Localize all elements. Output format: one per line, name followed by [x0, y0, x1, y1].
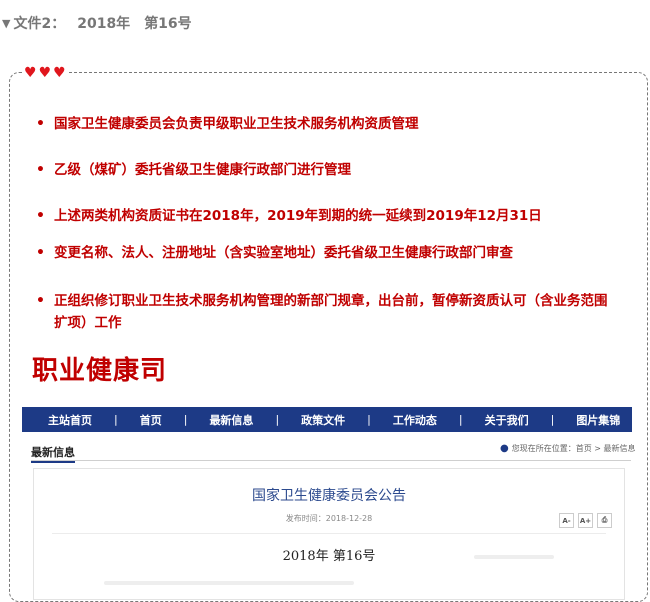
bullet-dot-icon: •	[36, 208, 45, 224]
blurred-text	[474, 555, 554, 559]
bullet-text: 国家卫生健康委员会负责甲级职业卫生技术服务机构资质管理	[54, 116, 419, 132]
bullet-item: • 上述两类机构资质证书在2018年，2019年到期的统一延续到2019年12月…	[36, 205, 614, 227]
heart-icon: ♥	[38, 65, 52, 81]
bullet-dot-icon: •	[36, 116, 45, 132]
nav-item-site-home[interactable]: 主站首页	[48, 412, 92, 428]
nav-item-about[interactable]: 关于我们	[485, 412, 529, 428]
nav-separator: |	[550, 413, 555, 426]
nav-item-latest[interactable]: 最新信息	[209, 412, 253, 428]
bullet-text: 正组织修订职业卫生技术服务机构管理的新部门规章，出台前，暂停新资质认可（含业务范…	[54, 293, 608, 331]
nav-bar: 主站首页 | 首页 | 最新信息 | 政策文件 | 工作动态 | 关于我们 | …	[22, 407, 632, 432]
hearts-decoration: ♥ ♥ ♥	[22, 66, 68, 80]
bullet-item: • 国家卫生健康委员会负责甲级职业卫生技术服务机构资质管理	[36, 113, 614, 135]
font-increase-button[interactable]: A+	[578, 513, 593, 528]
heart-icon: ♥	[53, 65, 66, 81]
nav-item-gallery[interactable]: 图片集锦	[576, 412, 620, 428]
bullet-text: 上述两类机构资质证书在2018年，2019年到期的统一延续到2019年12月31…	[54, 208, 542, 224]
bullet-dot-icon: •	[36, 293, 45, 309]
article-panel: 国家卫生健康委员会公告 发布时间：2018-12-28 A- A+ ⎙ 2018…	[33, 468, 625, 600]
article-divider	[52, 533, 606, 534]
print-icon[interactable]: ⎙	[597, 513, 612, 528]
font-tools: A- A+ ⎙	[559, 513, 612, 528]
latest-section-label: 最新信息	[31, 444, 75, 463]
breadcrumb-text[interactable]: 您现在所在位置：首页 > 最新信息	[512, 443, 636, 454]
department-title: 职业健康司	[32, 356, 168, 386]
nav-separator: |	[458, 413, 463, 426]
document-header: ▼ 文件2： 2018年 第16号	[2, 12, 192, 34]
article-title: 国家卫生健康委员会公告	[252, 488, 406, 504]
header-label: 文件2：	[13, 16, 66, 32]
heart-icon: ♥	[24, 65, 37, 81]
breadcrumb: ● 您现在所在位置：首页 > 最新信息	[500, 443, 636, 454]
font-decrease-button[interactable]: A-	[559, 513, 574, 528]
nav-separator: |	[183, 413, 188, 426]
bullet-text: 乙级（煤矿）委托省级卫生健康行政部门进行管理	[54, 162, 351, 178]
bullet-dot-icon: •	[36, 162, 45, 178]
nav-separator: |	[367, 413, 371, 426]
nav-separator: |	[114, 413, 118, 426]
publish-date: 发布时间：2018-12-28	[285, 514, 373, 523]
bullet-dot-icon: •	[36, 245, 45, 261]
blurred-text	[104, 581, 354, 585]
location-pin-icon: ●	[500, 443, 509, 454]
bullet-item: • 正组织修订职业卫生技术服务机构管理的新部门规章，出台前，暂停新资质认可（含业…	[36, 290, 614, 334]
nav-item-policy[interactable]: 政策文件	[301, 412, 345, 428]
bullet-item: • 变更名称、法人、注册地址（含实验室地址）委托省级卫生健康行政部门审查	[36, 242, 614, 264]
nav-item-home[interactable]: 首页	[140, 412, 162, 428]
nav-separator: |	[275, 413, 280, 426]
bullet-item: • 乙级（煤矿）委托省级卫生健康行政部门进行管理	[36, 159, 614, 181]
section-divider	[31, 460, 631, 461]
header-year: 2018年	[77, 16, 131, 32]
nav-item-work[interactable]: 工作动态	[393, 412, 437, 428]
bullet-text: 变更名称、法人、注册地址（含实验室地址）委托省级卫生健康行政部门审查	[54, 245, 513, 261]
collapse-triangle-icon[interactable]: ▼	[2, 17, 10, 30]
header-number: 第16号	[144, 16, 192, 32]
